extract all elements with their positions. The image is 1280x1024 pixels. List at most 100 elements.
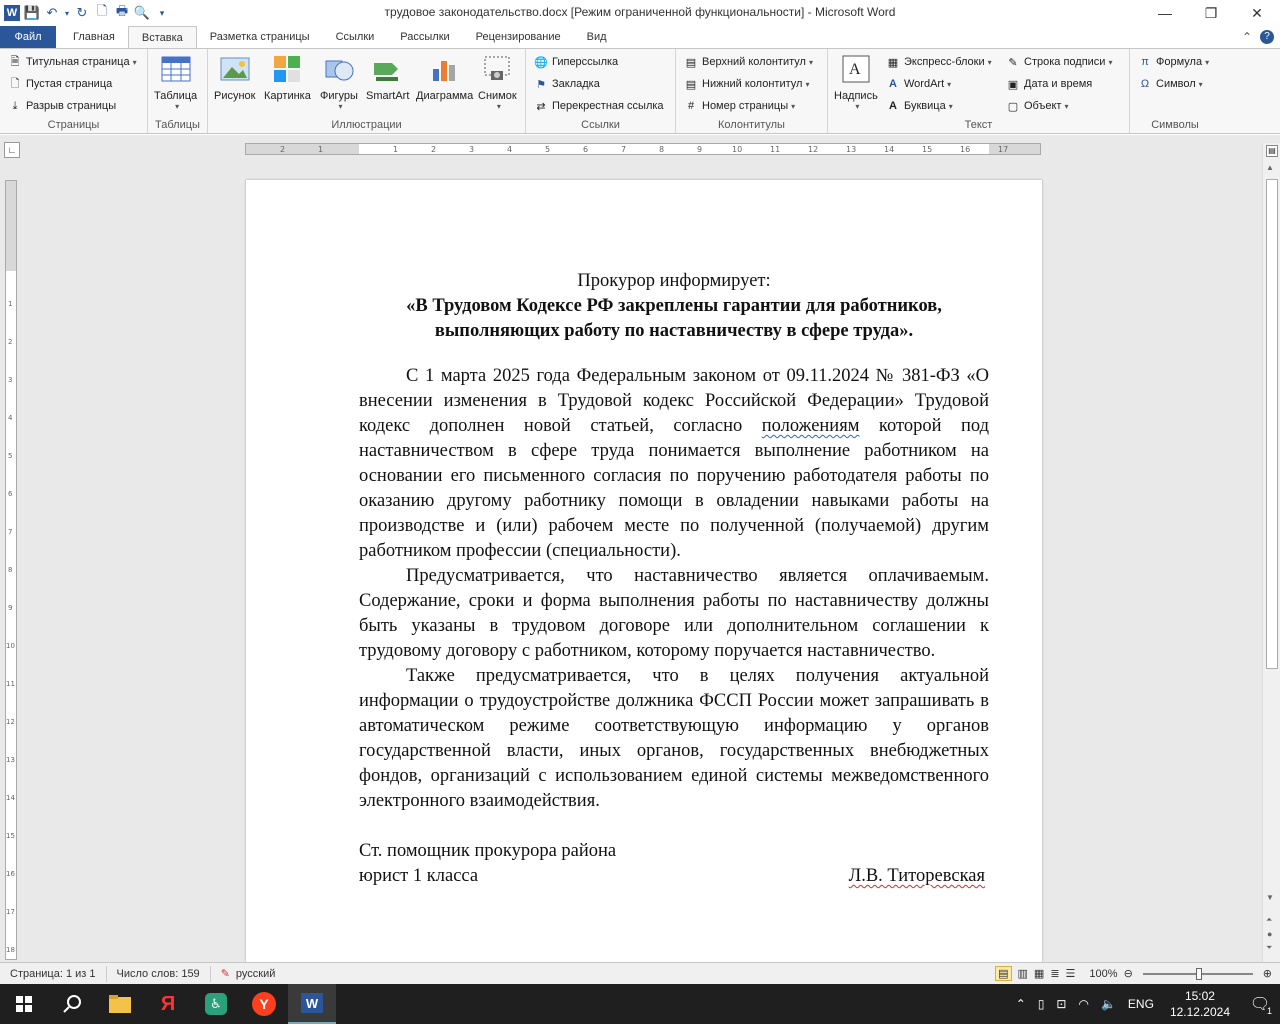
print-icon[interactable]: 🖶 <box>112 3 132 23</box>
usb-device-icon[interactable]: ▯ <box>1032 997 1051 1011</box>
word-app-icon[interactable]: W <box>2 3 22 23</box>
customize-qat-icon[interactable]: ▾ <box>152 3 172 23</box>
redo-icon[interactable]: ↻ <box>72 3 92 23</box>
zoom-slider[interactable] <box>1142 967 1253 980</box>
system-tray: ⌃ ▯ ⊡ ◠ 🔈 ENG 15:02 12.12.2024 🗨 1 <box>1010 984 1280 1024</box>
cross-reference-button[interactable]: ⇄ Перекрестная ссылка <box>534 95 675 117</box>
object-button[interactable]: ▢ Объект ▾ <box>1006 95 1112 117</box>
restore-icon[interactable]: ❐ <box>1188 0 1234 26</box>
picture-button[interactable]: Рисунок <box>214 53 256 102</box>
new-document-icon[interactable]: 🗋 <box>92 3 112 23</box>
header-button[interactable]: ▤ Верхний колонтитул ▾ <box>684 51 827 73</box>
vertical-scrollbar[interactable]: ▤ ▲ ▼ ⏶ ● ⏷ <box>1262 143 1280 962</box>
horizontal-ruler[interactable]: 21 1234 5678 9 10 11 12 13 14 15 16 17 <box>245 143 1041 155</box>
file-explorer-icon[interactable] <box>96 984 144 1024</box>
document-page[interactable]: Прокурор информирует: «В Трудовом Кодекс… <box>246 180 1042 962</box>
tab-insert[interactable]: Вставка <box>127 26 197 48</box>
windows-start-icon[interactable] <box>0 984 48 1024</box>
yandex-browser-icon[interactable]: Y <box>240 984 288 1024</box>
shapes-icon <box>325 60 354 81</box>
volume-icon[interactable]: 🔈 <box>1095 997 1122 1011</box>
blank-page-button[interactable]: 🗋 Пустая страница <box>8 73 147 95</box>
tab-mailings[interactable]: Рассылки <box>387 26 462 48</box>
minimize-icon[interactable]: — <box>1142 0 1188 26</box>
input-language[interactable]: ENG <box>1122 997 1160 1011</box>
svg-text:4: 4 <box>507 145 512 154</box>
group-label-illustrations: Иллюстрации <box>331 119 402 131</box>
tab-view[interactable]: Вид <box>574 26 620 48</box>
word-taskbar-icon[interactable]: W <box>288 984 336 1024</box>
zoom-slider-knob[interactable] <box>1195 967 1202 980</box>
browse-object-icon[interactable]: ● <box>1267 929 1272 939</box>
svg-text:7: 7 <box>621 145 626 154</box>
scroll-up-icon[interactable]: ▲ <box>1266 163 1274 172</box>
grammar-flag[interactable]: положениям <box>762 416 860 436</box>
clipart-button[interactable]: Картинка <box>264 53 311 102</box>
zoom-level[interactable]: 100% <box>1089 968 1117 980</box>
collapse-ribbon-icon[interactable]: ⌃ <box>1242 30 1252 44</box>
tab-home[interactable]: Главная <box>60 26 128 48</box>
status-page-count[interactable]: Страница: 1 из 1 <box>0 965 107 982</box>
scroll-down-icon[interactable]: ▼ <box>1266 893 1274 902</box>
symbol-button[interactable]: Ω Символ ▾ <box>1138 73 1220 95</box>
shapes-button[interactable]: Фигуры ▾ <box>320 53 358 111</box>
svg-text:6: 6 <box>8 490 13 498</box>
print-layout-icon[interactable]: ▤ <box>995 966 1012 981</box>
quick-parts-button[interactable]: ▦ Экспресс-блоки ▾ <box>886 51 992 73</box>
outline-view-icon[interactable]: ≣ <box>1050 967 1059 980</box>
screenshot-button[interactable]: Снимок ▾ <box>478 53 517 111</box>
text-box-button[interactable]: A Надпись ▾ <box>834 53 878 111</box>
print-preview-icon[interactable]: 🔍 <box>132 3 152 23</box>
network-icon[interactable]: ⊡ <box>1050 997 1072 1011</box>
save-icon[interactable]: 💾 <box>22 3 42 23</box>
equation-button[interactable]: π Формула ▾ <box>1138 51 1220 73</box>
table-icon <box>161 56 191 82</box>
zoom-in-icon[interactable]: ⊕ <box>1263 967 1272 980</box>
show-hidden-icons-icon[interactable]: ⌃ <box>1010 997 1032 1011</box>
tab-page-layout[interactable]: Разметка страницы <box>197 26 323 48</box>
view-ruler-icon[interactable]: ▤ <box>1266 145 1278 157</box>
help-icon[interactable]: ? <box>1260 30 1274 44</box>
chart-icon <box>432 61 455 81</box>
vertical-ruler[interactable]: 1234 5678 9 10 11 12 13 14 15 16 17 18 <box>5 180 17 960</box>
accessibility-app-icon[interactable]: ♿ <box>192 984 240 1024</box>
bookmark-button[interactable]: ⚑ Закладка <box>534 73 675 95</box>
tab-selector-icon[interactable]: ∟ <box>4 142 20 158</box>
date-time-button[interactable]: ▣ Дата и время <box>1006 73 1112 95</box>
full-screen-reading-icon[interactable]: ▥ <box>1018 967 1028 980</box>
hyperlink-button[interactable]: 🌐 Гиперссылка <box>534 51 675 73</box>
undo-icon[interactable]: ↶ <box>42 3 62 23</box>
wifi-icon[interactable]: ◠ <box>1072 997 1094 1011</box>
draft-view-icon[interactable]: ☰ <box>1066 967 1076 980</box>
cover-page-button[interactable]: 🗎 Титульная страница ▾ <box>8 51 147 73</box>
undo-dropdown-icon[interactable]: ▾ <box>62 3 72 23</box>
tab-references[interactable]: Ссылки <box>323 26 388 48</box>
document-body[interactable]: Прокурор информирует: «В Трудовом Кодекс… <box>359 269 989 889</box>
tab-review[interactable]: Рецензирование <box>463 26 574 48</box>
status-word-count[interactable]: Число слов: 159 <box>107 965 211 982</box>
prev-page-icon[interactable]: ⏶ <box>1266 915 1272 925</box>
page-break-button[interactable]: ⤓ Разрыв страницы <box>8 95 147 117</box>
next-page-icon[interactable]: ⏷ <box>1266 943 1272 953</box>
wordart-button[interactable]: A WordArt ▾ <box>886 73 992 95</box>
table-button[interactable]: Таблица ▾ <box>154 53 197 111</box>
svg-text:14: 14 <box>6 794 15 802</box>
zoom-out-icon[interactable]: ⊖ <box>1124 967 1133 980</box>
search-icon[interactable] <box>48 984 96 1024</box>
svg-text:16: 16 <box>6 870 15 878</box>
footer-button[interactable]: ▤ Нижний колонтитул ▾ <box>684 73 827 95</box>
proofing-status[interactable]: ✎ русский <box>211 966 286 982</box>
chart-button[interactable]: Диаграмма <box>416 53 473 102</box>
tab-file[interactable]: Файл <box>0 26 56 48</box>
page-number-button[interactable]: # Номер страницы ▾ <box>684 95 827 117</box>
web-layout-icon[interactable]: ▦ <box>1034 967 1044 980</box>
signature-line-button[interactable]: ✎ Строка подписи ▾ <box>1006 51 1112 73</box>
close-icon[interactable]: ✕ <box>1234 0 1280 26</box>
scrollbar-thumb[interactable] <box>1266 179 1278 669</box>
smartart-button[interactable]: SmartArt <box>366 53 409 102</box>
text-box-icon: A <box>842 55 870 83</box>
notifications-icon[interactable]: 🗨 1 <box>1240 984 1280 1024</box>
drop-cap-button[interactable]: A Буквица ▾ <box>886 95 992 117</box>
clock[interactable]: 15:02 12.12.2024 <box>1160 988 1240 1020</box>
yandex-icon[interactable]: Я <box>144 984 192 1024</box>
